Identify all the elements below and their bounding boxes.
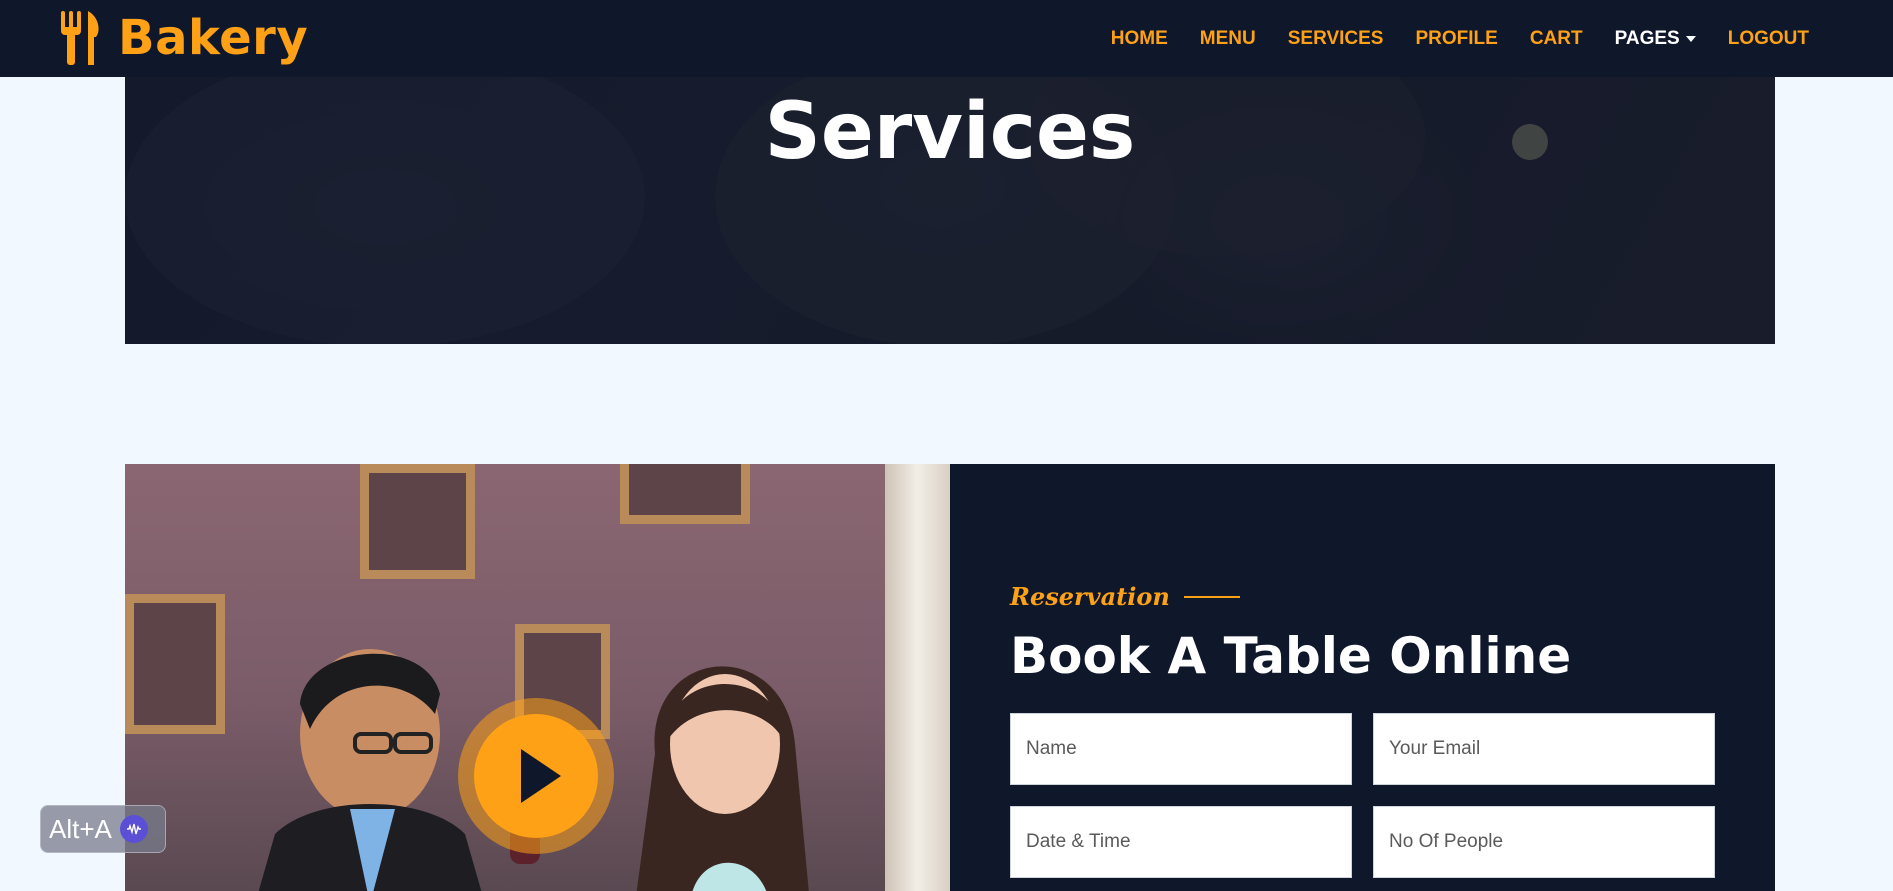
datetime-input[interactable]	[1010, 806, 1352, 878]
reservation-title: Book A Table Online	[1010, 627, 1572, 685]
people-count-input[interactable]	[1373, 806, 1715, 878]
nav-pages-label: PAGES	[1614, 27, 1680, 49]
nav-profile[interactable]: PROFILE	[1415, 28, 1497, 50]
page-title: Services	[764, 87, 1136, 177]
play-button[interactable]	[474, 714, 598, 838]
reservation-section: Reservation Book A Table Online	[950, 464, 1775, 891]
brand-name: Bakery	[118, 10, 309, 66]
reservation-subtitle-text: Reservation	[1010, 582, 1170, 611]
reservation-subtitle: Reservation	[1010, 582, 1240, 611]
hero-banner: Services	[125, 77, 1775, 344]
utensils-icon	[61, 11, 99, 65]
nav-pages-dropdown[interactable]: PAGES	[1615, 28, 1696, 50]
woman-figure	[636, 666, 809, 891]
wall-shelf	[360, 464, 475, 579]
assistant-shortcut-label: Alt+A	[49, 813, 112, 844]
nav-home[interactable]: HOME	[1111, 28, 1168, 50]
name-input[interactable]	[1010, 713, 1352, 785]
nav-services[interactable]: SERVICES	[1288, 28, 1384, 50]
brand-logo[interactable]: Bakery	[58, 8, 308, 68]
nav-menu[interactable]: MENU	[1200, 28, 1256, 50]
nav-logout[interactable]: LOGOUT	[1728, 28, 1809, 50]
assistant-shortcut-badge[interactable]: Alt+A	[40, 805, 166, 853]
navbar: Bakery HOME MENU SERVICES PROFILE CART P…	[0, 0, 1893, 77]
wall-shelf	[125, 594, 225, 734]
subtitle-divider	[1183, 595, 1240, 598]
wall-shelf	[620, 464, 750, 524]
play-icon	[521, 749, 561, 803]
caret-down-icon	[1685, 35, 1696, 42]
main-nav: HOME MENU SERVICES PROFILE CART PAGES LO…	[1079, 0, 1809, 77]
nav-cart[interactable]: CART	[1530, 28, 1583, 50]
restaurant-video-thumbnail[interactable]	[125, 464, 950, 891]
email-input[interactable]	[1373, 713, 1715, 785]
play-button-halo	[458, 698, 614, 854]
waveform-icon	[119, 815, 148, 843]
